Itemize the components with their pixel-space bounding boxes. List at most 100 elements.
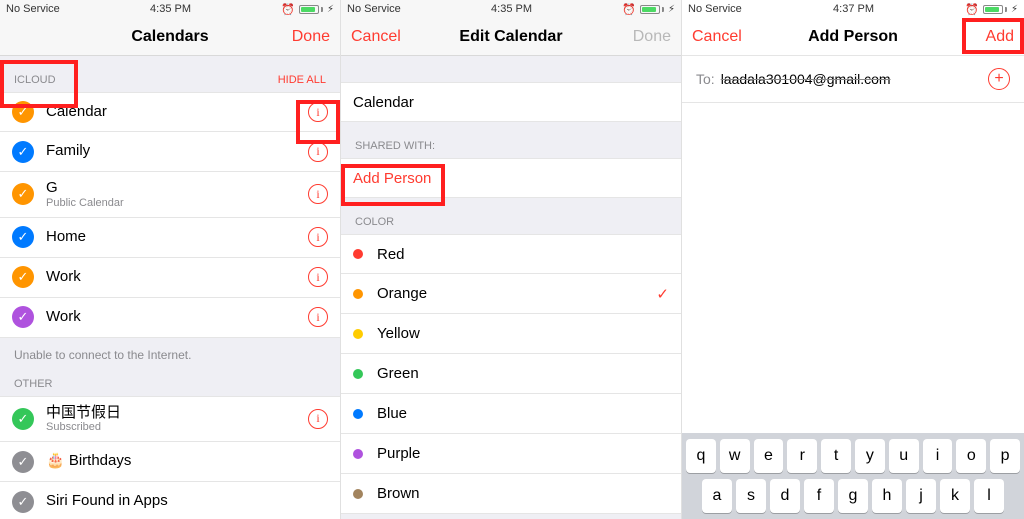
calendar-name: 🎂 Birthdays	[46, 453, 131, 470]
info-icon[interactable]: i	[308, 184, 328, 204]
key-k[interactable]: k	[940, 479, 970, 513]
hide-all-button[interactable]: HIDE ALL	[278, 74, 326, 86]
color-dot-icon	[353, 249, 363, 259]
status-right: ⏰ ⚡︎	[281, 3, 334, 16]
info-icon[interactable]: i	[308, 409, 328, 429]
icloud-label: ICLOUD	[14, 74, 56, 86]
add-button[interactable]: Add	[976, 18, 1024, 55]
key-q[interactable]: q	[686, 439, 716, 473]
cancel-button[interactable]: Cancel	[682, 18, 752, 55]
key-s[interactable]: s	[736, 479, 766, 513]
charging-icon: ⚡︎	[1011, 4, 1018, 15]
key-w[interactable]: w	[720, 439, 750, 473]
calendar-checkmark-icon[interactable]: ✓	[12, 101, 34, 123]
add-person-cell[interactable]: Add Person	[341, 158, 681, 198]
battery-icon	[640, 5, 664, 14]
to-label: To:	[696, 71, 715, 87]
alarm-icon: ⏰	[622, 3, 636, 16]
to-email-value: laadala301004@gmail.com	[721, 71, 891, 87]
add-person-label: Add Person	[353, 170, 431, 187]
info-icon[interactable]: i	[308, 307, 328, 327]
calendar-checkmark-icon[interactable]: ✓	[12, 306, 34, 328]
alarm-icon: ⏰	[281, 3, 295, 16]
cancel-button[interactable]: Cancel	[341, 18, 411, 55]
key-d[interactable]: d	[770, 479, 800, 513]
key-j[interactable]: j	[906, 479, 936, 513]
color-row[interactable]: Red	[341, 234, 681, 274]
color-row[interactable]: Green	[341, 354, 681, 394]
key-r[interactable]: r	[787, 439, 817, 473]
calendar-row[interactable]: ✓ 🎂 Birthdays	[0, 442, 340, 482]
info-icon[interactable]: i	[308, 227, 328, 247]
calendar-row[interactable]: ✓ Home i	[0, 218, 340, 258]
info-icon[interactable]: i	[308, 267, 328, 287]
internet-warning: Unable to connect to the Internet.	[0, 338, 340, 372]
color-dot-icon	[353, 289, 363, 299]
calendar-checkmark-icon[interactable]: ✓	[12, 491, 34, 513]
info-icon[interactable]: i	[308, 142, 328, 162]
key-u[interactable]: u	[889, 439, 919, 473]
color-row[interactable]: Brown	[341, 474, 681, 514]
add-contact-icon[interactable]: +	[988, 68, 1010, 90]
calendar-checkmark-icon[interactable]: ✓	[12, 408, 34, 430]
calendar-row[interactable]: ✓ Siri Found in Apps	[0, 482, 340, 519]
calendar-checkmark-icon[interactable]: ✓	[12, 451, 34, 473]
calendar-name: Home	[46, 229, 86, 246]
nav-bar: Cancel Edit Calendar Done	[341, 18, 681, 56]
color-name: Blue	[377, 405, 407, 422]
section-header-shared: SHARED WITH:	[341, 122, 681, 158]
key-e[interactable]: e	[754, 439, 784, 473]
nav-title: Edit Calendar	[459, 28, 562, 46]
nav-title: Add Person	[808, 28, 898, 46]
status-right: ⏰ ⚡︎	[622, 3, 675, 16]
key-f[interactable]: f	[804, 479, 834, 513]
calendar-row[interactable]: ✓ Family i	[0, 132, 340, 172]
status-time: 4:35 PM	[491, 3, 532, 15]
calendar-name: Work	[46, 309, 81, 326]
calendar-name: G	[46, 180, 124, 197]
color-name: Yellow	[377, 325, 420, 342]
key-a[interactable]: a	[702, 479, 732, 513]
done-button[interactable]: Done	[282, 18, 340, 55]
checkmark-icon: ✓	[656, 285, 669, 303]
calendar-sub: Subscribed	[46, 421, 121, 433]
calendar-row[interactable]: ✓ Work i	[0, 258, 340, 298]
key-y[interactable]: y	[855, 439, 885, 473]
color-dot-icon	[353, 489, 363, 499]
calendar-checkmark-icon[interactable]: ✓	[12, 266, 34, 288]
key-h[interactable]: h	[872, 479, 902, 513]
calendar-row[interactable]: ✓ GPublic Calendar i	[0, 172, 340, 218]
calendar-name-cell[interactable]: Calendar	[341, 82, 681, 122]
key-l[interactable]: l	[974, 479, 1004, 513]
color-row[interactable]: Purple	[341, 434, 681, 474]
to-field-row[interactable]: To: laadala301004@gmail.com +	[682, 56, 1024, 103]
color-row[interactable]: Orange ✓	[341, 274, 681, 314]
color-dot-icon	[353, 329, 363, 339]
color-dot-icon	[353, 409, 363, 419]
color-row[interactable]: Yellow	[341, 314, 681, 354]
info-icon[interactable]: i	[308, 102, 328, 122]
key-t[interactable]: t	[821, 439, 851, 473]
nav-bar: Cancel Add Person Add	[682, 18, 1024, 56]
calendar-row[interactable]: ✓ 中国节假日Subscribed i	[0, 396, 340, 443]
status-time: 4:35 PM	[150, 3, 191, 15]
calendar-row[interactable]: ✓ Calendar i	[0, 92, 340, 132]
key-g[interactable]: g	[838, 479, 868, 513]
section-header-color: COLOR	[341, 198, 681, 234]
charging-icon: ⚡︎	[327, 4, 334, 15]
status-right: ⏰ ⚡︎	[965, 3, 1018, 16]
key-i[interactable]: i	[923, 439, 953, 473]
status-bar: No Service 4:35 PM ⏰ ⚡︎	[341, 0, 681, 18]
calendar-checkmark-icon[interactable]: ✓	[12, 141, 34, 163]
color-name: Purple	[377, 445, 420, 462]
color-name: Orange	[377, 285, 427, 302]
status-bar: No Service 4:37 PM ⏰ ⚡︎	[682, 0, 1024, 18]
color-row[interactable]: Blue	[341, 394, 681, 434]
section-header-other: OTHER	[0, 372, 340, 396]
key-o[interactable]: o	[956, 439, 986, 473]
calendar-checkmark-icon[interactable]: ✓	[12, 226, 34, 248]
calendar-checkmark-icon[interactable]: ✓	[12, 183, 34, 205]
key-p[interactable]: p	[990, 439, 1020, 473]
charging-icon: ⚡︎	[668, 4, 675, 15]
calendar-row[interactable]: ✓ Work i	[0, 298, 340, 338]
